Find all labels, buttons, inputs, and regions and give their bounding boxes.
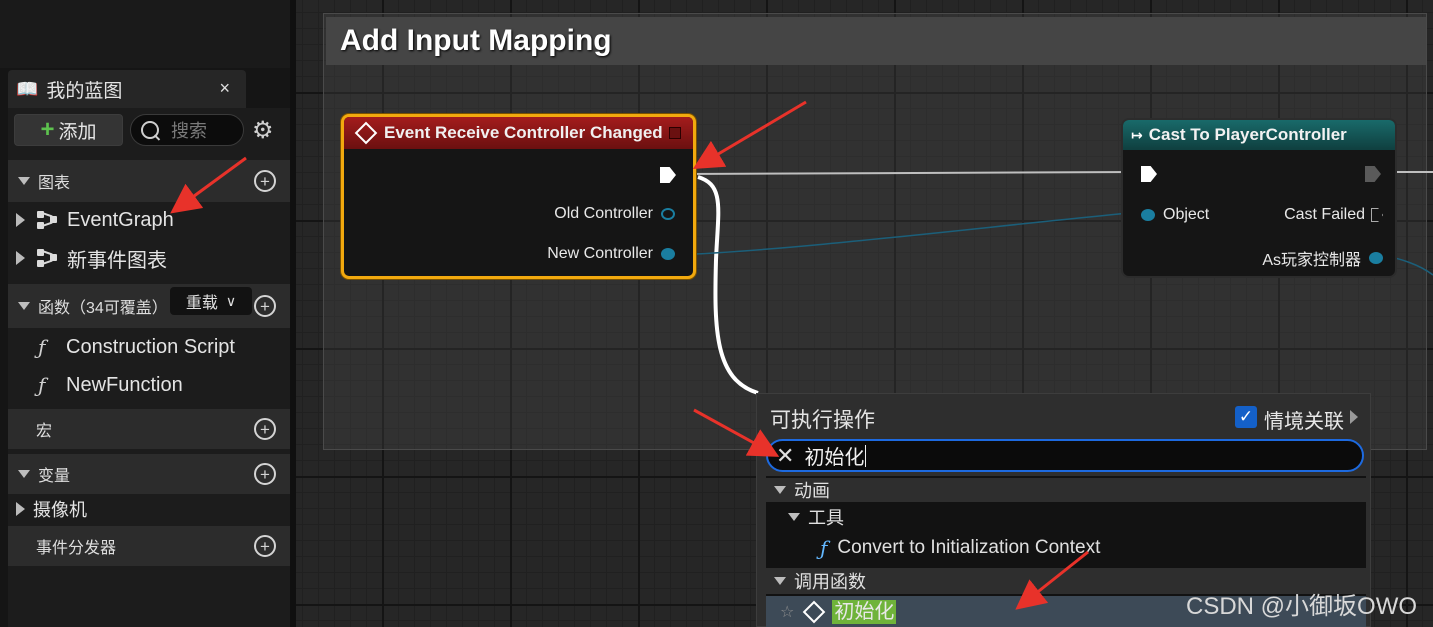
annotation-arrow [170, 156, 247, 214]
annotation-arrow [692, 100, 807, 170]
watermark: CSDN @小御坂OWO [1186, 593, 1418, 620]
annotation-arrow [1015, 550, 1089, 610]
annotation-arrow [693, 408, 780, 457]
annotation-layer [170, 100, 1089, 610]
